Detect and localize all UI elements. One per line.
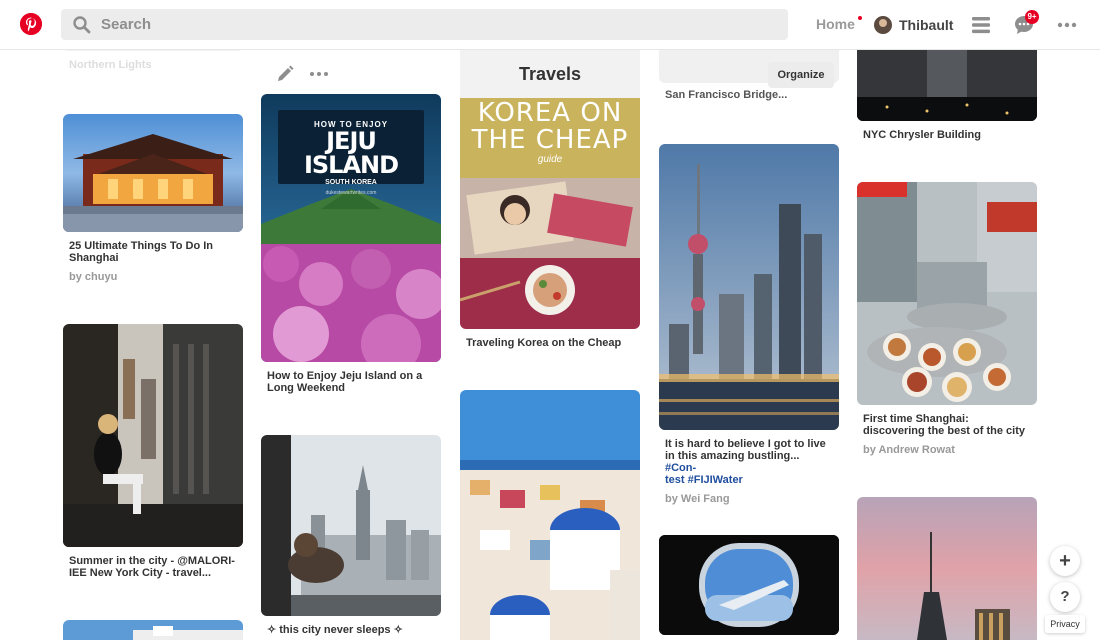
pin-title: How to Enjoy Jeju Island on a Long Weeke… — [267, 370, 423, 394]
search-input[interactable] — [101, 9, 781, 40]
profile-link[interactable]: Thibault — [874, 12, 953, 38]
pin-one-wtc[interactable] — [857, 497, 1037, 640]
pin-image — [63, 114, 243, 232]
pin-image — [659, 535, 839, 635]
pin-bustling[interactable]: It is hard to believe I got to live in t… — [659, 144, 839, 505]
pin-title: 25 Ultimate Things To Do In Shanghai — [69, 240, 214, 264]
poster-overlay: KOREA ON THE CHEAP guide — [460, 98, 640, 165]
more-options-icon[interactable] — [309, 64, 329, 84]
edit-pencil-icon[interactable] — [275, 64, 295, 84]
pin-santorini-small[interactable] — [63, 620, 243, 640]
user-name: Thibault — [899, 17, 954, 33]
pin-title: First time Shanghai: discovering the bes… — [863, 413, 1025, 437]
home-label: Home — [816, 16, 855, 32]
more-options-icon[interactable] — [1056, 14, 1078, 36]
board-title: Travels — [518, 64, 582, 84]
pin-summer-city[interactable]: Summer in the city - @MALORI-IEE New Yor… — [63, 324, 243, 579]
privacy-link[interactable]: Privacy — [1045, 615, 1085, 633]
pin-author[interactable]: by chuyu — [63, 271, 243, 283]
pin-title: NYC Chrysler Building — [863, 129, 981, 141]
avatar — [874, 16, 892, 34]
pin-image — [460, 390, 640, 640]
pin-chrysler[interactable]: NYC Chrysler Building — [857, 35, 1037, 141]
pin-image: KOREA ON THE CHEAP guide — [460, 50, 640, 329]
pin-image — [63, 620, 243, 640]
notification-badge: 9+ — [1025, 10, 1039, 24]
help-button[interactable]: ? — [1050, 582, 1080, 612]
pin-shanghai-ultimate[interactable]: 25 Ultimate Things To Do In Shanghai by … — [63, 114, 243, 283]
pin-author[interactable]: by Andrew Rowat — [857, 444, 1037, 456]
pinterest-logo-icon[interactable] — [20, 13, 42, 35]
poster-line1: KOREA ON — [477, 98, 623, 128]
pin-santorini[interactable] — [460, 390, 640, 640]
pin-title-text: It is hard to believe I got to live in t… — [665, 438, 826, 462]
pin-title: Summer in the city - @MALORI-IEE New Yor… — [69, 555, 235, 579]
top-bar: Home Thibault 9+ — [0, 0, 1100, 50]
pin-title: San Francisco Bridge... — [665, 89, 788, 101]
pin-title: Traveling Korea on the Cheap — [466, 337, 622, 349]
pin-title: ✧ this city never sleeps ✧ — [267, 624, 403, 636]
add-button[interactable]: + — [1050, 546, 1080, 576]
new-activity-dot — [857, 16, 862, 20]
pin-author[interactable]: by Wei Fang — [659, 493, 839, 505]
hashtag-link[interactable]: test #FIJIWater — [665, 474, 743, 486]
pin-airplane-window[interactable] — [659, 535, 839, 635]
pin-image — [261, 435, 441, 616]
pin-shanghai-food[interactable]: First time Shanghai: discovering the bes… — [857, 182, 1037, 456]
pin-title: It is hard to believe I got to live in t… — [659, 438, 839, 486]
board-edit-tools — [275, 64, 329, 84]
pin-image — [857, 182, 1037, 405]
pin-korea-cheap[interactable]: KOREA ON THE CHEAP guide Traveling Korea… — [460, 50, 640, 349]
hashtag-link[interactable]: #Con- — [665, 462, 696, 474]
poster-line3: SOUTH KOREA — [325, 179, 377, 186]
pin-never-sleeps[interactable]: ✧ this city never sleeps ✧ — [261, 435, 441, 636]
pin-title: Northern Lights — [69, 59, 152, 71]
search-bar[interactable] — [61, 9, 788, 40]
poster-overlay: HOW TO ENJOY JEJU ISLAND SOUTH KOREA duk… — [278, 110, 424, 196]
pin-jeju[interactable]: HOW TO ENJOY JEJU ISLAND SOUTH KOREA duk… — [261, 94, 441, 394]
poster-line2: JEJU ISLAND — [303, 127, 399, 179]
home-link[interactable]: Home — [816, 16, 862, 32]
pin-image — [659, 144, 839, 430]
poster-line3: guide — [537, 154, 563, 165]
poster-line2: THE CHEAP — [471, 125, 629, 155]
organize-button[interactable]: Organize — [768, 62, 834, 88]
poster-url: dukestewartwrites.com — [325, 190, 377, 196]
pin-image — [63, 324, 243, 547]
menu-icon[interactable] — [970, 14, 992, 36]
pin-image: HOW TO ENJOY JEJU ISLAND SOUTH KOREA duk… — [261, 94, 441, 362]
pin-image — [857, 497, 1037, 640]
search-icon — [73, 16, 91, 34]
